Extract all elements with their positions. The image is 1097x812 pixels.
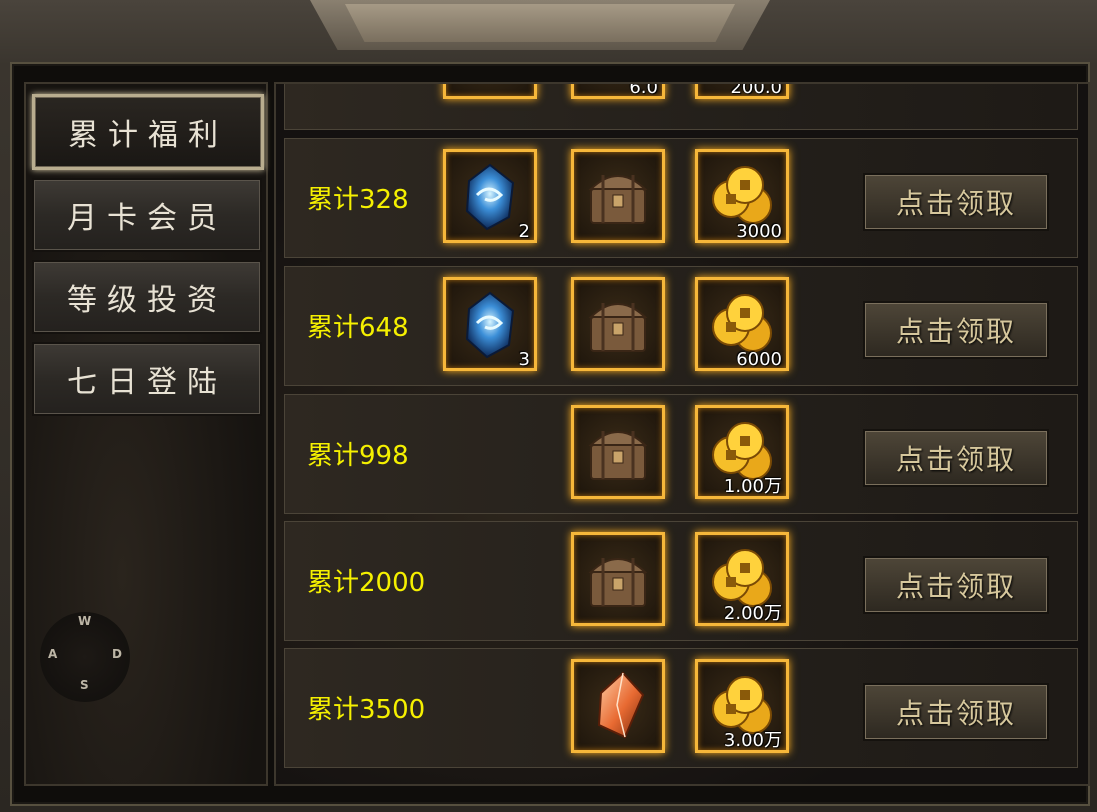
reward-item[interactable] xyxy=(571,277,665,371)
reward-count: 6000 xyxy=(736,349,782,370)
reward-count: 3000 xyxy=(736,221,782,242)
compass-a: A xyxy=(48,647,58,661)
claim-button-label: 点击领取 xyxy=(895,443,1016,476)
reward-item[interactable]: 6.0 xyxy=(571,84,665,99)
tab-label: 累计福利 xyxy=(68,118,228,153)
compass-d: D xyxy=(112,647,122,661)
gold-coins-icon xyxy=(449,84,531,97)
reward-item[interactable]: 200.0 xyxy=(695,84,789,99)
reward-row-partial: 6.0 200.0 xyxy=(284,84,1078,130)
reward-threshold-label: 累计998 xyxy=(307,441,409,471)
tab-label: 月卡会员 xyxy=(67,201,227,236)
claim-button-label: 点击领取 xyxy=(895,187,1016,220)
title-plate-inner xyxy=(345,4,735,42)
reward-item[interactable] xyxy=(443,84,537,99)
claim-button[interactable]: 点击领取 xyxy=(863,429,1049,487)
wasd-compass[interactable]: W A D S xyxy=(40,612,130,702)
reward-count: 3 xyxy=(518,349,530,370)
reward-threshold-label: 累计328 xyxy=(307,185,409,215)
tab-level-investment[interactable]: 等级投资 xyxy=(32,260,262,334)
claim-button[interactable]: 点击领取 xyxy=(863,683,1049,741)
reward-count: 1.00万 xyxy=(723,476,782,497)
treasure-chest-icon xyxy=(577,538,659,624)
reward-count: 2.00万 xyxy=(723,603,782,624)
reward-item[interactable]: 2.00万 xyxy=(695,532,789,626)
treasure-chest-icon xyxy=(577,155,659,241)
reward-row: 累计3500 3.00万 点击领取 xyxy=(284,648,1078,768)
reward-item[interactable]: 3000 xyxy=(695,149,789,243)
reward-row: 累计328 2 3000 点击领取 xyxy=(284,138,1078,258)
reward-list[interactable]: 6.0 200.0 累计328 2 3000 点击领取 累计648 3 6000 点击领取 累计… xyxy=(274,82,1090,786)
reward-item[interactable]: 1.00万 xyxy=(695,405,789,499)
claim-button-label: 点击领取 xyxy=(895,570,1016,603)
tab-seven-day-login[interactable]: 七日登陆 xyxy=(32,342,262,416)
reward-item[interactable]: 3.00万 xyxy=(695,659,789,753)
reward-row: 累计648 3 6000 点击领取 xyxy=(284,266,1078,386)
orange-crystal-icon xyxy=(577,665,659,751)
reward-threshold-label: 累计3500 xyxy=(307,695,426,725)
reward-item[interactable] xyxy=(571,405,665,499)
claim-button[interactable]: 点击领取 xyxy=(863,173,1049,231)
tab-cumulative-benefits[interactable]: 累计福利 xyxy=(32,94,264,170)
reward-count: 2 xyxy=(518,221,530,242)
treasure-chest-icon xyxy=(577,283,659,369)
reward-item[interactable] xyxy=(571,149,665,243)
reward-row: 累计2000 2.00万 点击领取 xyxy=(284,521,1078,641)
compass-w: W xyxy=(78,614,92,628)
claim-button[interactable]: 点击领取 xyxy=(863,301,1049,359)
reward-threshold-label: 累计2000 xyxy=(307,568,426,598)
tab-label: 等级投资 xyxy=(67,283,227,318)
reward-item[interactable] xyxy=(571,659,665,753)
claim-button[interactable]: 点击领取 xyxy=(863,556,1049,614)
claim-button-label: 点击领取 xyxy=(895,315,1016,348)
reward-threshold-label: 累计648 xyxy=(307,313,409,343)
reward-item[interactable] xyxy=(571,532,665,626)
reward-count: 3.00万 xyxy=(723,730,782,751)
tab-monthly-card[interactable]: 月卡会员 xyxy=(32,178,262,252)
reward-item[interactable]: 2 xyxy=(443,149,537,243)
reward-item[interactable]: 6000 xyxy=(695,277,789,371)
reward-item[interactable]: 3 xyxy=(443,277,537,371)
reward-row: 累计998 1.00万 点击领取 xyxy=(284,394,1078,514)
claim-button-label: 点击领取 xyxy=(895,697,1016,730)
tab-label: 七日登陆 xyxy=(67,365,227,400)
compass-s: S xyxy=(80,678,89,692)
treasure-chest-icon xyxy=(577,411,659,497)
